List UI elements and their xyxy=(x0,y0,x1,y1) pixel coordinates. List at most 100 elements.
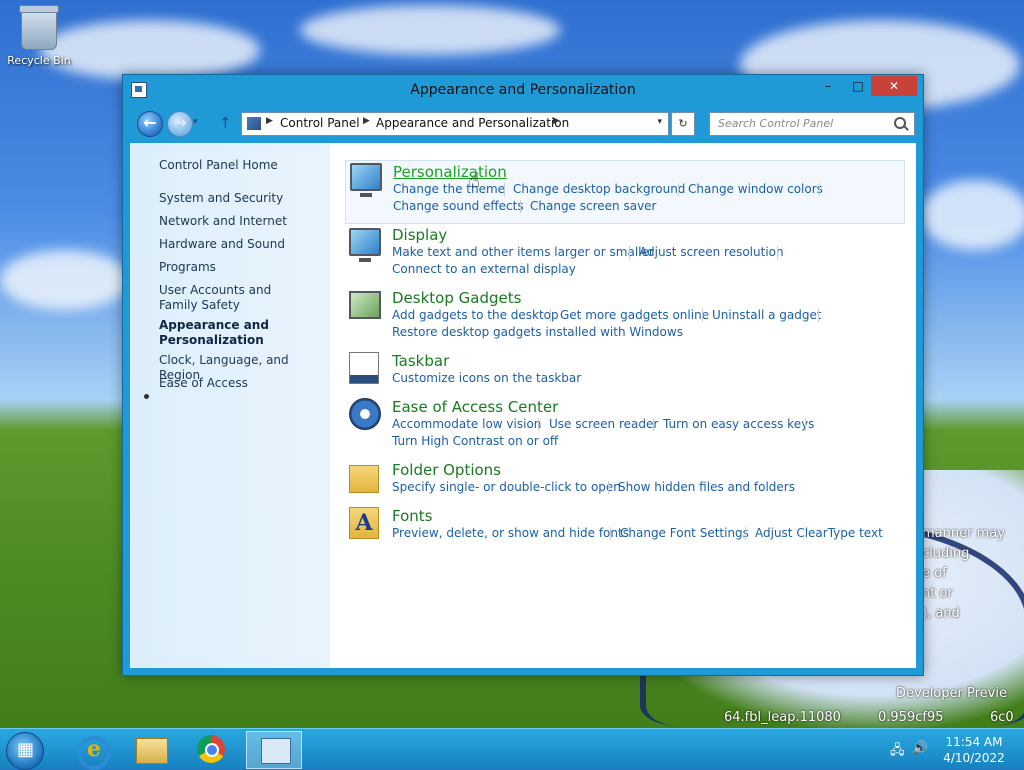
watermark-text: 0.959cf95 xyxy=(878,710,944,725)
link-add-gadgets[interactable]: Add gadgets to the desktop xyxy=(392,308,559,322)
link-uninstall-gadget[interactable]: Uninstall a gadget xyxy=(712,308,822,322)
address-dropdown-icon[interactable]: ▾ xyxy=(657,117,662,127)
link-font-settings[interactable]: Change Font Settings xyxy=(620,526,749,540)
category-title-personalization[interactable]: Personalization xyxy=(393,163,507,181)
category-title-taskbar[interactable]: Taskbar xyxy=(392,352,449,370)
category-title-fonts[interactable]: Fonts xyxy=(392,507,432,525)
link-change-sound-effects[interactable]: Change sound effects xyxy=(393,199,524,213)
taskbar-internet-explorer[interactable]: e xyxy=(62,731,116,770)
back-button[interactable]: ← xyxy=(137,111,163,137)
sidebar-item-hardware-sound[interactable]: Hardware and Sound xyxy=(159,237,329,252)
link-change-screen-saver[interactable]: Change screen saver xyxy=(530,199,657,213)
folder-icon[interactable] xyxy=(349,465,379,493)
forward-button[interactable]: → xyxy=(167,111,193,137)
link-restore-gadgets[interactable]: Restore desktop gadgets installed with W… xyxy=(392,325,683,339)
monitor-icon[interactable] xyxy=(350,163,382,197)
clock-date: 4/10/2022 xyxy=(943,751,1005,765)
watermark-text: e of xyxy=(922,566,947,581)
divider xyxy=(520,200,521,213)
font-icon[interactable]: A xyxy=(349,507,379,539)
divider xyxy=(777,246,778,259)
breadcrumb-separator[interactable]: ▶ xyxy=(553,116,560,126)
gadget-icon[interactable] xyxy=(349,291,381,319)
taskbar-icon[interactable] xyxy=(349,352,379,384)
watermark-text: Developer Previe xyxy=(896,686,1007,701)
title-bar[interactable]: Appearance and Personalization – □ ✕ xyxy=(123,75,923,105)
link-screen-reader[interactable]: Use screen reader xyxy=(549,417,658,431)
breadcrumb-separator[interactable]: ▶ xyxy=(266,116,273,126)
category-title-display[interactable]: Display xyxy=(392,226,447,244)
desktop-icon-recycle-bin[interactable]: Recycle Bin xyxy=(6,5,72,67)
sidebar-item-ease-of-access[interactable]: Ease of Access xyxy=(159,376,329,391)
category-personalization[interactable]: Personalization Change the theme Change … xyxy=(345,160,905,224)
link-change-background[interactable]: Change desktop background xyxy=(513,182,685,196)
refresh-button[interactable]: ↻ xyxy=(671,112,695,136)
link-change-window-colors[interactable]: Change window colors xyxy=(688,182,823,196)
link-more-gadgets[interactable]: Get more gadgets online xyxy=(560,308,709,322)
category-title-folder-options[interactable]: Folder Options xyxy=(392,461,501,479)
navigation-bar: ← → ▾ ↑ ▶ Control Panel ▶ Appearance and… xyxy=(123,105,923,141)
breadcrumb-separator[interactable]: ▶ xyxy=(363,116,370,126)
sidebar-item-system-security[interactable]: System and Security xyxy=(159,191,329,206)
cloud xyxy=(0,250,130,310)
minimize-button[interactable]: – xyxy=(813,76,843,96)
link-hidden-files[interactable]: Show hidden files and folders xyxy=(618,480,795,494)
recycle-bin-icon xyxy=(19,5,59,50)
sidebar: Control Panel Home System and Security N… xyxy=(130,143,330,668)
close-button[interactable]: ✕ xyxy=(871,76,917,96)
divider xyxy=(653,418,654,431)
breadcrumb-control-panel[interactable]: Control Panel xyxy=(280,116,360,130)
link-single-double-click[interactable]: Specify single- or double-click to open xyxy=(392,480,621,494)
divider xyxy=(610,527,611,540)
monitor-icon[interactable] xyxy=(349,228,381,262)
link-screen-resolution[interactable]: Adjust screen resolution xyxy=(639,245,784,259)
start-button[interactable] xyxy=(6,732,44,770)
sidebar-item-network[interactable]: Network and Internet xyxy=(159,214,329,229)
link-cleartype[interactable]: Adjust ClearType text xyxy=(755,526,883,540)
control-panel-window: Appearance and Personalization – □ ✕ ← →… xyxy=(122,74,924,676)
recent-locations-dropdown[interactable]: ▾ xyxy=(193,117,198,127)
sidebar-item-appearance[interactable]: Appearance and Personalization xyxy=(159,318,279,348)
divider xyxy=(608,481,609,494)
volume-icon[interactable]: 🔊 xyxy=(912,741,928,756)
search-icon[interactable] xyxy=(894,117,906,129)
cloud xyxy=(920,180,1024,250)
window-title: Appearance and Personalization xyxy=(410,82,636,98)
taskbar-control-panel[interactable] xyxy=(246,731,302,769)
ease-of-access-icon[interactable] xyxy=(349,398,381,430)
cloud xyxy=(300,5,560,55)
taskbar-file-explorer[interactable] xyxy=(122,731,176,767)
clock-time: 11:54 AM xyxy=(945,735,1003,749)
up-button[interactable]: ↑ xyxy=(219,114,232,132)
search-box[interactable]: Search Control Panel xyxy=(709,112,915,136)
network-icon[interactable]: 🖧 xyxy=(890,741,905,763)
link-low-vision[interactable]: Accommodate low vision xyxy=(392,417,541,431)
sidebar-item-home[interactable]: Control Panel Home xyxy=(159,158,329,173)
link-text-size[interactable]: Make text and other items larger or smal… xyxy=(392,245,654,259)
link-external-display[interactable]: Connect to an external display xyxy=(392,262,576,276)
breadcrumb-appearance[interactable]: Appearance and Personalization xyxy=(376,116,569,130)
category-title-gadgets[interactable]: Desktop Gadgets xyxy=(392,289,521,307)
watermark-text: 6c0 xyxy=(990,710,1014,725)
file-explorer-icon xyxy=(136,738,168,764)
divider xyxy=(805,418,806,431)
divider xyxy=(819,183,820,196)
address-bar[interactable]: ▶ Control Panel ▶ Appearance and Persona… xyxy=(241,112,669,136)
link-preview-fonts[interactable]: Preview, delete, or show and hide fonts xyxy=(392,526,629,540)
link-easy-access-keys[interactable]: Turn on easy access keys xyxy=(663,417,814,431)
divider xyxy=(702,309,703,322)
link-change-theme[interactable]: Change the theme xyxy=(393,182,505,196)
control-panel-icon xyxy=(247,117,261,130)
maximize-button[interactable]: □ xyxy=(843,76,873,96)
link-customize-taskbar-icons[interactable]: Customize icons on the taskbar xyxy=(392,371,581,385)
taskbar: e 🖧 🔊 11:54 AM 4/10/2022 xyxy=(0,728,1024,770)
taskbar-chrome[interactable] xyxy=(184,731,238,767)
system-clock[interactable]: 11:54 AM 4/10/2022 xyxy=(936,734,1012,766)
link-high-contrast[interactable]: Turn High Contrast on or off xyxy=(392,434,558,448)
watermark-text: ), and xyxy=(922,606,960,621)
sidebar-item-user-accounts[interactable]: User Accounts and Family Safety xyxy=(159,283,309,313)
divider xyxy=(504,183,505,196)
active-bullet xyxy=(144,394,149,399)
sidebar-item-programs[interactable]: Programs xyxy=(159,260,329,275)
category-title-ease-of-access[interactable]: Ease of Access Center xyxy=(392,398,558,416)
